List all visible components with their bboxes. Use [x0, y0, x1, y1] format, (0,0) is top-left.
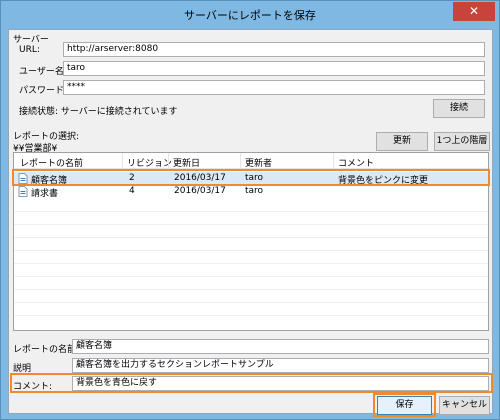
url-field[interactable]: http://arserver:8080 [63, 42, 485, 57]
column-header-date[interactable]: 更新日 [173, 156, 200, 169]
column-separator[interactable] [333, 153, 334, 169]
column-separator[interactable] [122, 153, 123, 169]
date-cell: 2016/03/17 [174, 186, 226, 196]
report-name-cell: 請求書 [31, 189, 59, 199]
row-divider [14, 315, 488, 316]
row-divider [14, 211, 488, 212]
title-bar[interactable]: サーバーにレポートを保存 ✕ [1, 1, 499, 29]
row-divider [14, 237, 488, 238]
username-field[interactable]: taro [63, 61, 485, 76]
row-divider [14, 276, 488, 277]
report-name-label: レポートの名前: [13, 345, 80, 355]
column-separator[interactable] [240, 153, 241, 169]
username-label: ユーザー名: [19, 67, 67, 77]
table-row[interactable]: 請求書 4 2016/03/17 taro [14, 185, 488, 199]
comment-field-highlight [10, 373, 493, 393]
window-title: サーバーにレポートを保存 [184, 9, 316, 22]
dialog-body: サーバー URL: http://arserver:8080 ユーザー名: ta… [8, 29, 493, 417]
row-divider [14, 250, 488, 251]
column-header-revision[interactable]: リビジョン [127, 156, 172, 169]
list-header: レポートの名前 リビジョン 更新日 更新者 コメント [14, 153, 488, 169]
save-to-server-dialog: サーバーにレポートを保存 ✕ サーバー URL: http://arserver… [0, 0, 500, 420]
description-field[interactable]: 顧客名簿を出力するセクションレポートサンプル [72, 358, 489, 373]
save-button-highlight [373, 393, 436, 417]
password-label: パスワード: [19, 86, 68, 96]
cancel-button[interactable]: キャンセル [439, 396, 490, 415]
report-name-field[interactable]: 顧客名簿 [72, 339, 489, 354]
row-divider [14, 289, 488, 290]
connect-button[interactable]: 接続 [433, 99, 485, 118]
row-divider [14, 224, 488, 225]
server-section-label: サーバー [13, 35, 49, 45]
column-header-comment[interactable]: コメント [338, 156, 374, 169]
selected-row-highlight [12, 169, 490, 186]
parent-folder-button[interactable]: 1つ上の階層 [434, 132, 490, 151]
column-header-updater[interactable]: 更新者 [245, 156, 272, 169]
refresh-button[interactable]: 更新 [376, 132, 428, 151]
column-separator[interactable] [168, 153, 169, 169]
report-document-icon [18, 186, 28, 197]
connection-status: 接続状態: サーバーに接続されています [19, 107, 178, 117]
close-button[interactable]: ✕ [453, 2, 495, 21]
url-label: URL: [19, 45, 40, 55]
revision-cell: 4 [129, 186, 135, 196]
updater-cell: taro [245, 186, 264, 196]
column-header-name[interactable]: レポートの名前 [20, 156, 83, 169]
row-divider [14, 263, 488, 264]
password-field[interactable]: **** [63, 80, 485, 95]
row-divider [14, 302, 488, 303]
